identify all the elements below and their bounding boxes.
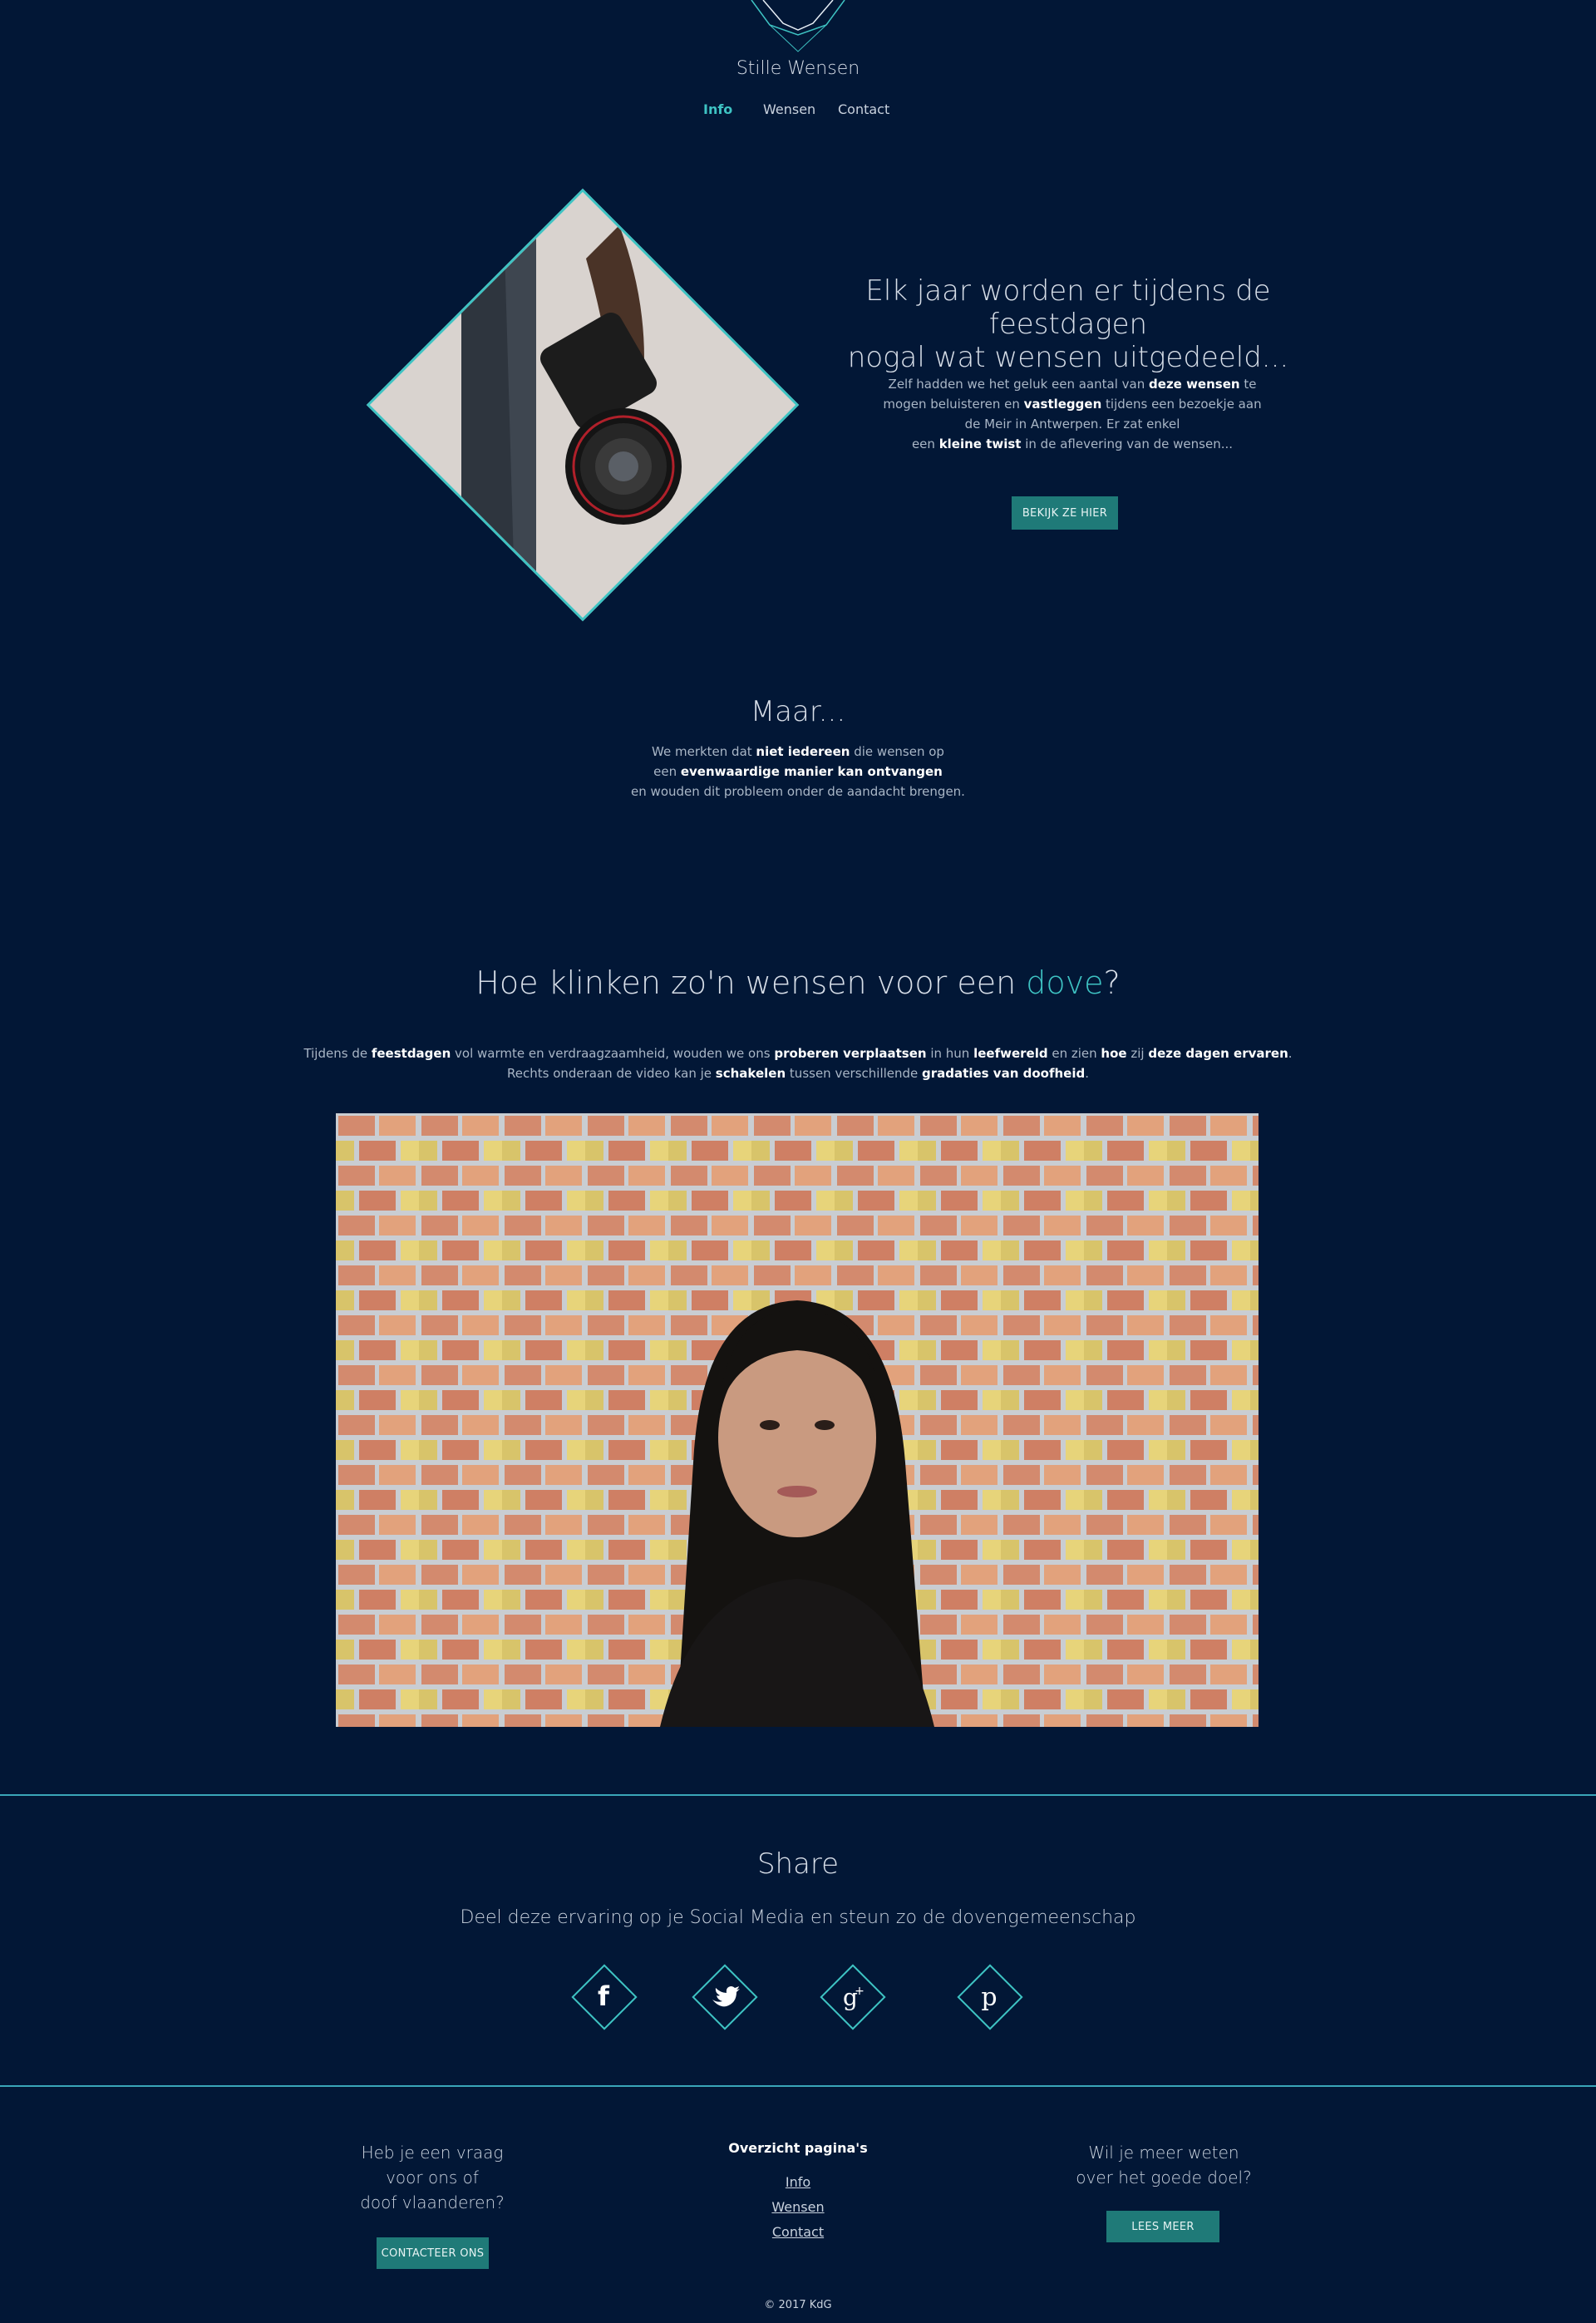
brand-name: Stille Wensen xyxy=(736,58,860,79)
divider-top xyxy=(0,1794,1596,1796)
contact-button[interactable]: CONTACTEER ONS xyxy=(377,2237,489,2269)
svg-text:p: p xyxy=(981,1983,997,2012)
twitter-icon[interactable] xyxy=(692,1964,758,2030)
hero-photo-diamond xyxy=(366,188,800,622)
pinterest-icon[interactable]: p xyxy=(957,1964,1023,2030)
read-more-button[interactable]: LEES MEER xyxy=(1106,2211,1219,2242)
share-text: Deel deze ervaring op je Social Media en… xyxy=(460,1907,1136,1928)
logo[interactable] xyxy=(745,0,851,57)
footer-link-wensen[interactable]: Wensen xyxy=(715,2199,881,2215)
nav-item-info[interactable]: Info xyxy=(703,101,732,117)
footer-link-info[interactable]: Info xyxy=(715,2174,881,2190)
footer-more-info: Wil je meer weten over het goede doel? xyxy=(1076,2143,1252,2187)
maar-heading: Maar... xyxy=(750,695,846,728)
copyright: © 2017 KdG xyxy=(764,2299,832,2311)
video-frame-woman-brick-wall xyxy=(336,1113,1259,1727)
google-plus-icon[interactable]: g + xyxy=(820,1964,886,2030)
dove-heading: Hoe klinken zo'n wensen voor een dove? xyxy=(475,964,1121,1001)
hero-description: Zelf hadden we het geluk een aantal van … xyxy=(883,377,1262,451)
video-player[interactable] xyxy=(336,1113,1259,1727)
main-nav: Info Wensen Contact xyxy=(632,101,964,121)
nav-item-contact[interactable]: Contact xyxy=(838,101,889,117)
footer-question: Heb je een vraag voor ons of doof vlaand… xyxy=(360,2143,505,2212)
svg-text:f: f xyxy=(598,1980,610,2012)
footer-overview-title: Overzicht pagina's xyxy=(728,2140,868,2156)
nav-item-wensen[interactable]: Wensen xyxy=(763,101,815,117)
hero-title: Elk jaar worden er tijdens de feestdagen… xyxy=(847,274,1289,374)
share-heading: Share xyxy=(756,1847,840,1881)
divider-bottom xyxy=(0,2085,1596,2087)
camera-photo xyxy=(369,192,796,618)
maar-text: We merkten dat niet iedereen die wensen … xyxy=(631,744,965,799)
facebook-icon[interactable]: f xyxy=(571,1964,638,2030)
svg-text:+: + xyxy=(855,1985,864,1998)
footer-link-contact[interactable]: Contact xyxy=(715,2224,881,2240)
dove-description: Tijdens de feestdagen vol warmte en verd… xyxy=(303,1046,1293,1081)
view-wishes-button[interactable]: BEKIJK ZE HIER xyxy=(1012,496,1118,530)
